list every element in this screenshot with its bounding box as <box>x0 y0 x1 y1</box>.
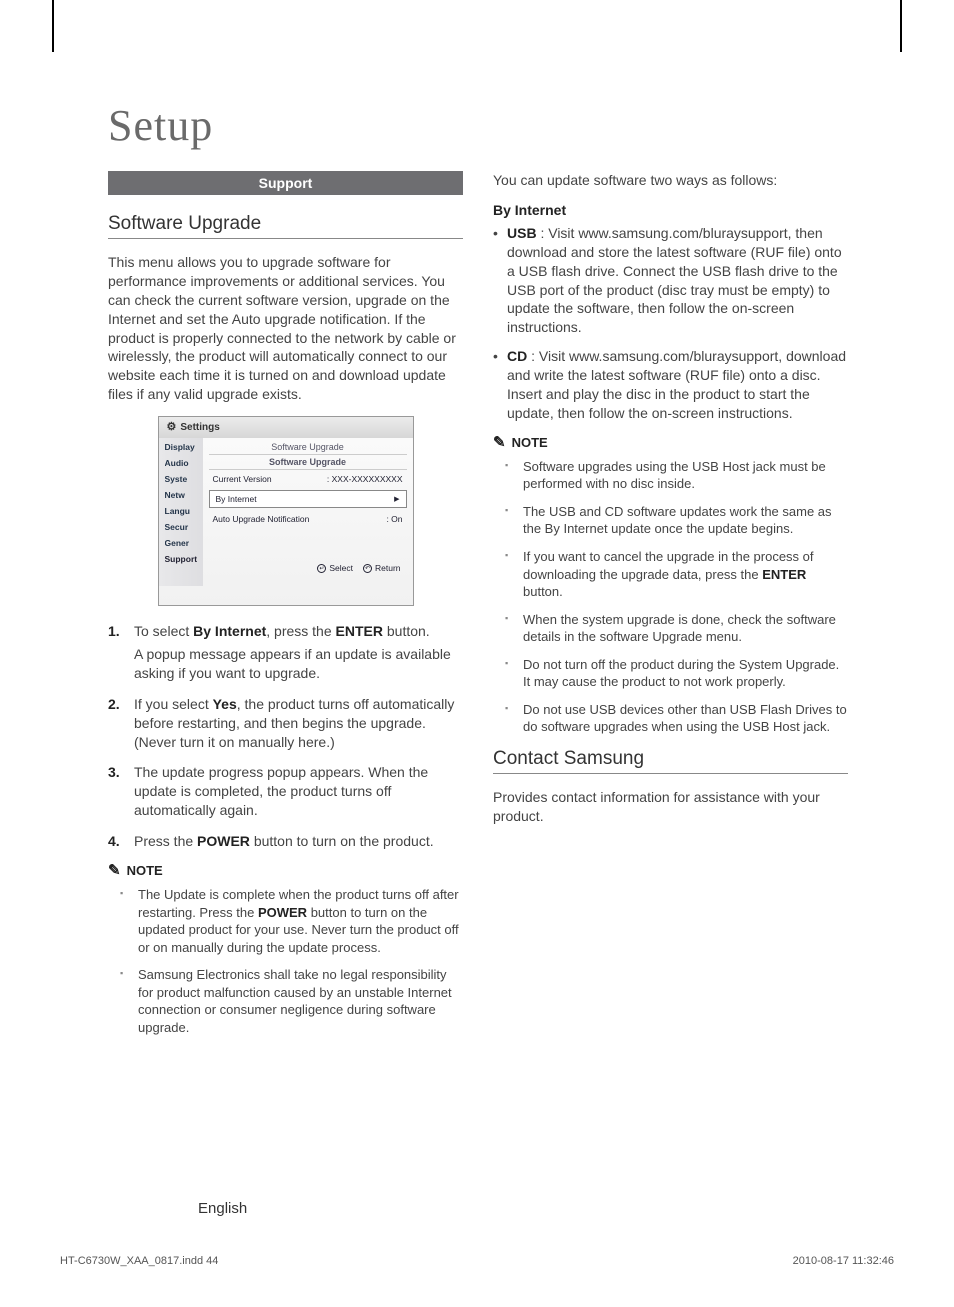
page-title: Setup <box>108 100 848 151</box>
step-3: The update progress popup appears. When … <box>108 763 463 820</box>
note-r-4: When the system upgrade is done, check t… <box>505 611 848 646</box>
settings-screenshot: ⚙ Settings Display Audio Syste Netw Lang… <box>158 416 414 606</box>
ui-nav-language: Langu <box>165 506 203 516</box>
footer-timestamp: 2010-08-17 11:32:46 <box>793 1255 894 1267</box>
enter-icon: ↵ <box>317 564 326 573</box>
by-internet-heading: By Internet <box>493 202 848 218</box>
gear-icon: ⚙ <box>167 422 177 433</box>
bullet-cd: CD : Visit www.samsung.com/bluraysupport… <box>493 347 848 423</box>
intro-paragraph: This menu allows you to upgrade software… <box>108 253 463 404</box>
right-column: You can update software two ways as foll… <box>493 171 848 1048</box>
ui-current-version-value: : XXX-XXXXXXXXX <box>327 474 403 484</box>
note-icon: ✎ <box>493 435 506 450</box>
footer-file-info: HT-C6730W_XAA_0817.indd 44 <box>60 1255 218 1267</box>
note-r-3: If you want to cancel the upgrade in the… <box>505 548 848 601</box>
step-1: To select By Internet, press the ENTER b… <box>108 622 463 683</box>
ui-titlebar: ⚙ Settings <box>159 417 413 438</box>
ui-by-internet-row: By Internet ▶ <box>209 490 407 508</box>
ui-by-internet-label: By Internet <box>216 494 257 504</box>
note-heading-right: ✎ NOTE <box>493 435 848 450</box>
ui-main-heading2: Software Upgrade <box>209 454 407 470</box>
ui-auto-notif-value: : On <box>386 514 402 524</box>
ui-current-version-label: Current Version <box>213 474 272 484</box>
note-left-1: The Update is complete when the product … <box>120 886 463 956</box>
note-icon: ✎ <box>108 863 121 878</box>
note-r-2: The USB and CD software updates work the… <box>505 503 848 538</box>
ui-nav: Display Audio Syste Netw Langu Secur Gen… <box>159 438 203 586</box>
heading-contact-samsung: Contact Samsung <box>493 748 848 774</box>
note-r-5: Do not turn off the product during the S… <box>505 656 848 691</box>
ui-nav-network: Netw <box>165 490 203 500</box>
bullet-usb: USB : Visit www.samsung.com/bluraysuppor… <box>493 224 848 337</box>
note-r-1: Software upgrades using the USB Host jac… <box>505 458 848 493</box>
contact-paragraph: Provides contact information for assista… <box>493 788 848 826</box>
return-icon: ↶ <box>363 564 372 573</box>
ui-nav-display: Display <box>165 442 203 452</box>
steps-list: To select By Internet, press the ENTER b… <box>108 622 463 851</box>
step-2: If you select Yes, the product turns off… <box>108 695 463 752</box>
section-bar-support: Support <box>108 171 463 195</box>
language-footer: English <box>198 1200 247 1217</box>
ui-nav-support: Support <box>165 554 203 564</box>
heading-software-upgrade: Software Upgrade <box>108 213 463 239</box>
ui-title-text: Settings <box>180 422 219 433</box>
ui-nav-system: Syste <box>165 474 203 484</box>
note-heading-left: ✎ NOTE <box>108 863 463 878</box>
ui-nav-audio: Audio <box>165 458 203 468</box>
note-left-2: Samsung Electronics shall take no legal … <box>120 966 463 1036</box>
left-column: Support Software Upgrade This menu allow… <box>108 171 463 1048</box>
ui-return-hint: ↶Return <box>363 563 401 573</box>
ui-nav-general: Gener <box>165 538 203 548</box>
triangle-right-icon: ▶ <box>394 495 399 503</box>
step-4: Press the POWER button to turn on the pr… <box>108 832 463 851</box>
note-r-6: Do not use USB devices other than USB Fl… <box>505 701 848 736</box>
right-intro: You can update software two ways as foll… <box>493 171 848 190</box>
ui-auto-notif-label: Auto Upgrade Notification <box>213 514 310 524</box>
ui-nav-security: Secur <box>165 522 203 532</box>
ui-main-heading1: Software Upgrade <box>209 440 407 454</box>
ui-select-hint: ↵Select <box>317 563 353 573</box>
